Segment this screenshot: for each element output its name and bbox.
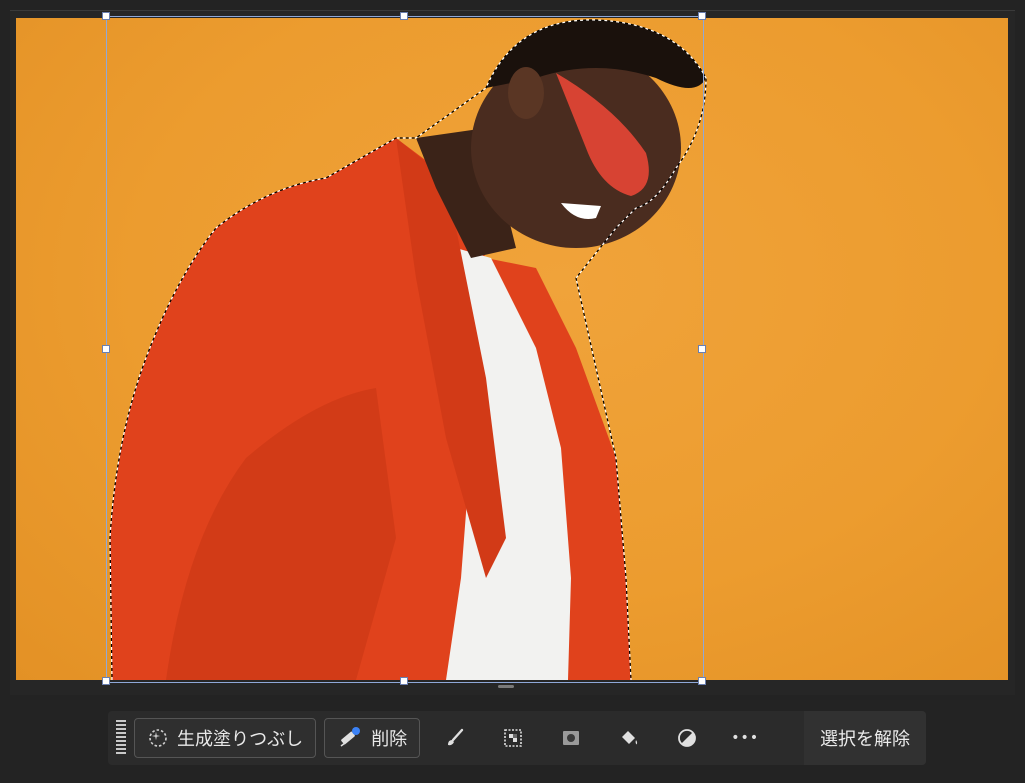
panel-splitter[interactable] (498, 685, 514, 688)
magic-eraser-icon (340, 727, 361, 747)
mask-icon (563, 731, 580, 745)
handle-top-middle[interactable] (400, 12, 408, 20)
brush-button[interactable] (428, 718, 482, 758)
adjustment-circle-icon (678, 729, 697, 747)
invert-selection-icon (504, 729, 522, 747)
generative-fill-label: 生成塗りつぶし (177, 729, 304, 750)
mask-button[interactable] (544, 718, 598, 758)
photo-subject (109, 19, 707, 680)
contextual-task-bar: 生成塗りつぶし 削除 ••• 選択を解除 (108, 711, 926, 765)
paint-bucket-icon (622, 731, 638, 745)
remove-button[interactable]: 削除 (324, 718, 421, 758)
handle-bottom-left[interactable] (102, 677, 110, 685)
sparkle-circle-icon (149, 729, 167, 747)
invert-selection-button[interactable] (486, 718, 540, 758)
photo-canvas[interactable] (16, 18, 1008, 680)
fill-button[interactable] (602, 718, 656, 758)
more-icon: ••• (731, 730, 760, 746)
generative-fill-button[interactable]: 生成塗りつぶし (134, 718, 317, 758)
brush-icon (448, 728, 464, 746)
more-button[interactable]: ••• (718, 718, 772, 758)
handle-top-left[interactable] (102, 12, 110, 20)
remove-label: 削除 (371, 729, 408, 750)
handle-bottom-middle[interactable] (400, 677, 408, 685)
deselect-label: 選択を解除 (820, 729, 910, 750)
handle-middle-right[interactable] (698, 345, 706, 353)
deselect-button[interactable]: 選択を解除 (804, 711, 926, 765)
handle-bottom-right[interactable] (698, 677, 706, 685)
drag-grip-icon[interactable] (116, 720, 126, 756)
handle-top-right[interactable] (698, 12, 706, 20)
adjustment-button[interactable] (660, 718, 714, 758)
app-frame: 生成塗りつぶし 削除 ••• 選択を解除 (0, 0, 1025, 783)
handle-middle-left[interactable] (102, 345, 110, 353)
